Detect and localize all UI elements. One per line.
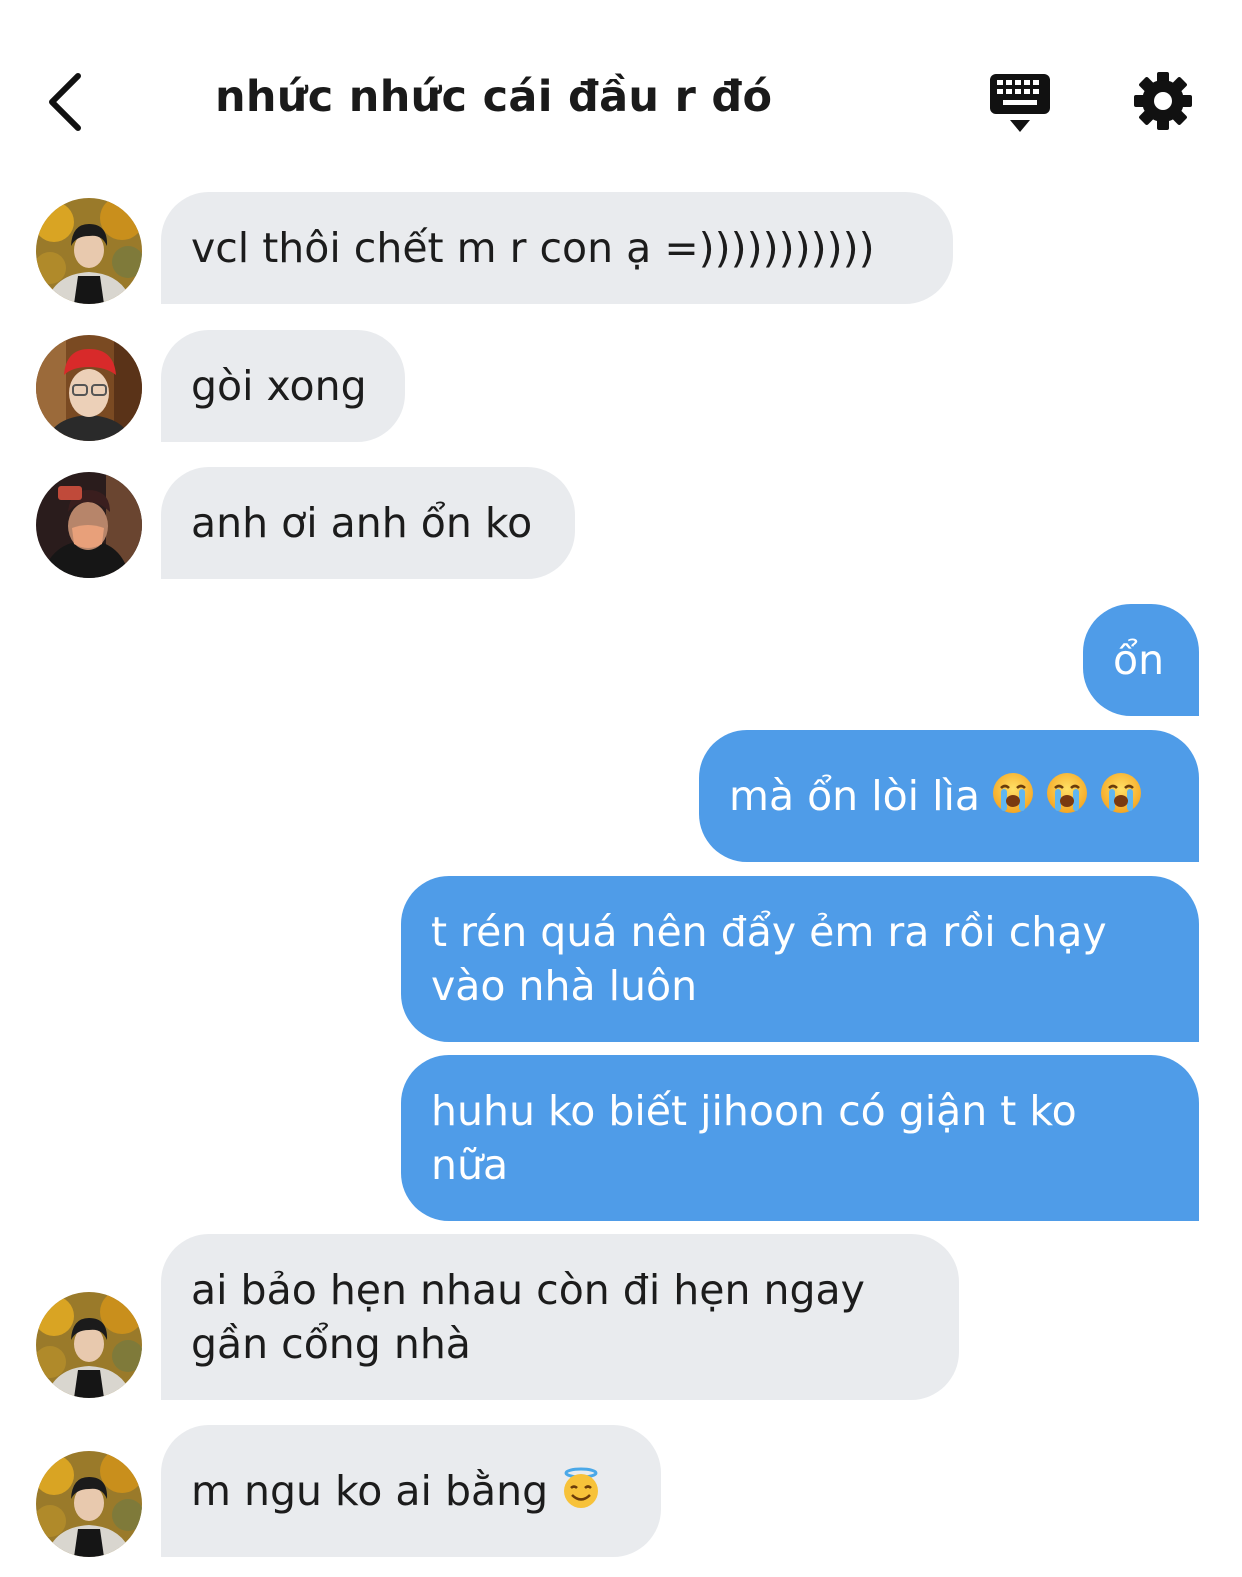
avatar[interactable] xyxy=(36,472,142,578)
message-bubble-outgoing[interactable]: mà ổn lòi lìa xyxy=(699,730,1199,862)
avatar[interactable] xyxy=(36,1451,142,1557)
message-bubble-incoming[interactable]: ai bảo hẹn nhau còn đi hẹn ngay gần cổng… xyxy=(161,1234,959,1400)
message-text: ai bảo hẹn nhau còn đi hẹn ngay gần cổng… xyxy=(191,1263,865,1371)
message-text: t rén quá nên đẩy ẻm ra rồi chạy vào nhà… xyxy=(431,905,1107,1013)
message-bubble-incoming[interactable]: gòi xong xyxy=(161,330,405,442)
smiling-face-with-halo-icon xyxy=(564,1467,599,1508)
message-text: anh ơi anh ổn ko xyxy=(191,499,533,547)
message-bubble-outgoing[interactable]: huhu ko biết jihoon có giận t ko nữa xyxy=(401,1055,1199,1221)
avatar-c xyxy=(36,472,142,578)
gear-icon xyxy=(1134,72,1192,130)
avatar[interactable] xyxy=(36,335,142,441)
message-text: mà ổn lòi lìa xyxy=(729,772,981,820)
message-bubble-incoming[interactable]: vcl thôi chết m r con ạ =))))))))))) xyxy=(161,192,953,304)
message-bubble-outgoing[interactable]: ổn xyxy=(1083,604,1199,716)
message-text: huhu ko biết jihoon có giận t ko nữa xyxy=(431,1084,1077,1192)
loudly-crying-face-icon xyxy=(1047,773,1088,813)
avatar-b xyxy=(36,335,142,441)
avatar-a xyxy=(36,198,142,304)
message-text: vcl thôi chết m r con ạ =))))))))))) xyxy=(191,224,875,272)
loudly-crying-face-icon xyxy=(1101,773,1142,813)
chat-header: nhức nhức cái đầu r đó xyxy=(0,0,1242,190)
avatar[interactable] xyxy=(36,1292,142,1398)
avatar[interactable] xyxy=(36,198,142,304)
message-text: m ngu ko ai bằng xyxy=(191,1467,549,1515)
chevron-left-icon xyxy=(49,73,81,131)
conversation-title: nhức nhức cái đầu r đó xyxy=(215,72,773,122)
message-bubble-incoming[interactable]: m ngu ko ai bằng xyxy=(161,1425,661,1557)
loudly-crying-face-icon xyxy=(993,773,1034,813)
message-line: t rén quá nên đẩy ẻm ra rồi chạy xyxy=(431,908,1107,956)
message-text: ổn xyxy=(1113,636,1165,684)
message-line: vào nhà luôn xyxy=(431,962,698,1010)
message-line: ai bảo hẹn nhau còn đi hẹn ngay xyxy=(191,1266,865,1314)
avatar-a xyxy=(36,1451,142,1557)
message-bubble-incoming[interactable]: anh ơi anh ổn ko xyxy=(161,467,575,579)
message-bubble-outgoing[interactable]: t rén quá nên đẩy ẻm ra rồi chạy vào nhà… xyxy=(401,876,1199,1042)
settings-button[interactable] xyxy=(1132,70,1194,132)
message-line: huhu ko biết jihoon có giận t ko xyxy=(431,1087,1077,1135)
keyboard-hide-icon xyxy=(990,74,1050,132)
message-text: gòi xong xyxy=(191,362,367,410)
avatar-a xyxy=(36,1292,142,1398)
message-line: gần cổng nhà xyxy=(191,1320,471,1368)
back-button[interactable] xyxy=(40,68,96,136)
message-line: nữa xyxy=(431,1141,509,1189)
keyboard-button[interactable] xyxy=(986,70,1054,136)
